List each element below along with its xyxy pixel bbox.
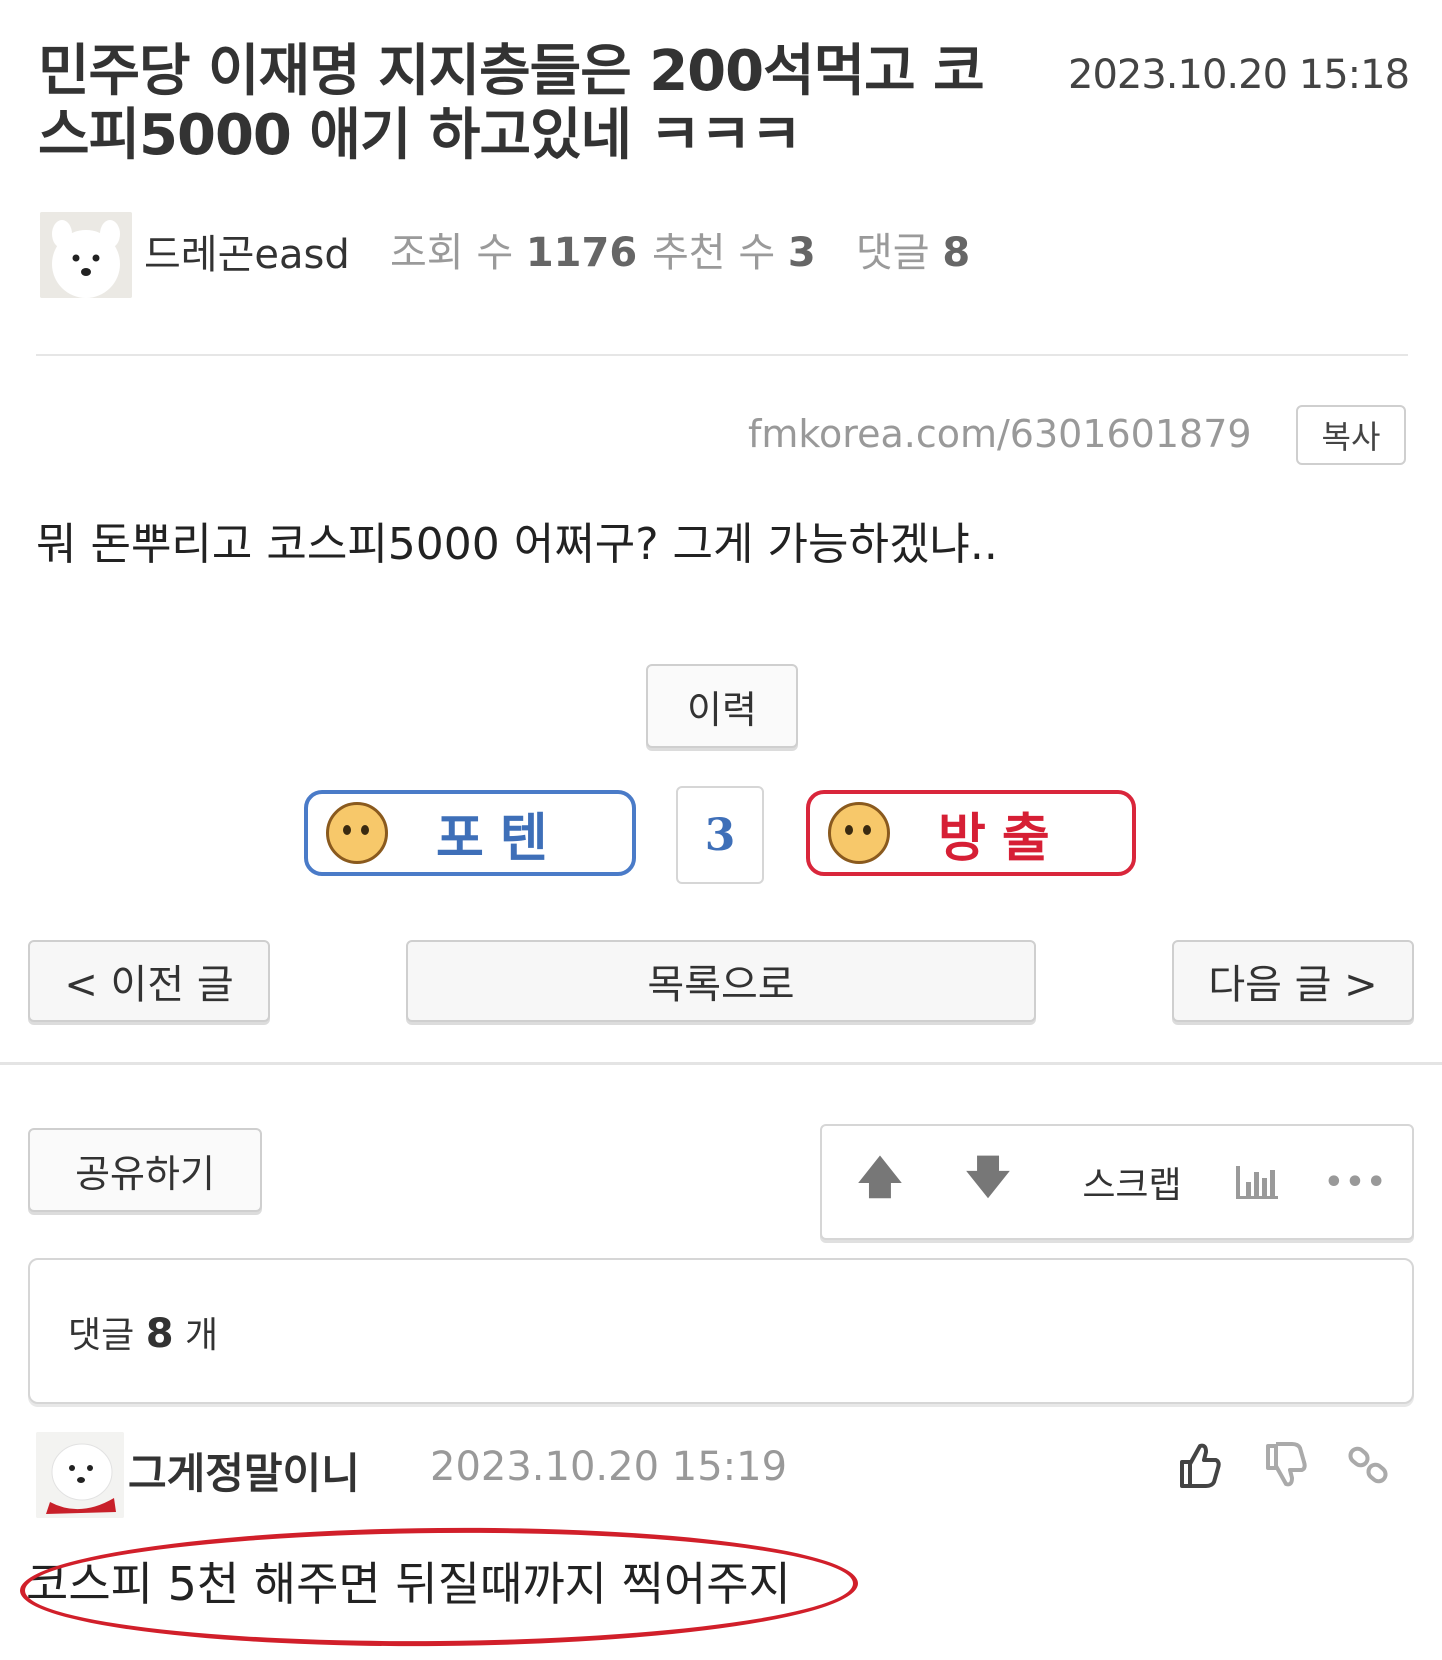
link-icon[interactable] bbox=[1346, 1440, 1392, 1490]
recommend-label: 추천 수 bbox=[652, 230, 776, 276]
list-button[interactable]: 목록으로 bbox=[406, 940, 1036, 1022]
chart-icon[interactable] bbox=[1222, 1126, 1292, 1238]
history-button[interactable]: 이력 bbox=[646, 664, 798, 748]
comments-count: 8 bbox=[942, 230, 971, 276]
comment-count-prefix: 댓글 bbox=[68, 1315, 135, 1356]
post-body: 뭐 돈뿌리고 코스피5000 어쩌구? 그게 가능하겠냐.. bbox=[36, 519, 998, 570]
views-label: 조회 수 bbox=[390, 230, 514, 276]
comments-label: 댓글 bbox=[856, 230, 930, 276]
next-post-button[interactable]: 다음 글 > bbox=[1172, 940, 1414, 1022]
post-date: 2023.10.20 15:18 bbox=[1068, 52, 1410, 98]
arrow-up-icon[interactable]: 🡅 bbox=[852, 1126, 908, 1238]
author-avatar[interactable] bbox=[40, 212, 132, 298]
post-title-line1: 민주당 이재명 지지층들은 200석먹고 코 bbox=[38, 39, 985, 104]
header-divider bbox=[36, 354, 1408, 356]
views-stat: 조회 수 1176 bbox=[390, 220, 637, 278]
author-name[interactable]: 드레곤easd bbox=[144, 222, 350, 280]
comment-count-number: 8 bbox=[145, 1311, 174, 1357]
vote-count: 3 bbox=[676, 786, 764, 884]
more-icon[interactable]: ••• bbox=[1324, 1126, 1386, 1238]
views-count: 1176 bbox=[525, 230, 638, 276]
scrap-button[interactable]: 스크랩 bbox=[1062, 1126, 1202, 1238]
post-title-line2: 스피5000 애기 하고있네 ㅋㅋㅋ bbox=[38, 103, 802, 168]
downvote-button[interactable]: 방출 bbox=[806, 790, 1136, 876]
commenter-avatar[interactable] bbox=[36, 1432, 124, 1518]
arrow-down-icon[interactable]: 🡇 bbox=[960, 1126, 1016, 1238]
comment-date: 2023.10.20 15:19 bbox=[430, 1444, 788, 1490]
highlight-circle bbox=[19, 1524, 859, 1650]
upvote-button[interactable]: 포텐 bbox=[304, 790, 636, 876]
dog-avatar-icon bbox=[36, 1432, 124, 1518]
upvote-label: 포텐 bbox=[436, 808, 564, 869]
comment-author[interactable]: 그게정말이니 bbox=[128, 1440, 360, 1501]
comment-count-suffix: 개 bbox=[185, 1315, 219, 1356]
post-title: 민주당 이재명 지지층들은 200석먹고 코 스피5000 애기 하고있네 ㅋㅋ… bbox=[38, 40, 1028, 168]
recommend-stat: 추천 수 3 bbox=[652, 220, 816, 278]
downvote-label: 방출 bbox=[938, 808, 1066, 869]
thumbs-down-icon[interactable] bbox=[1262, 1440, 1308, 1490]
dog-avatar-icon bbox=[40, 212, 132, 298]
copy-url-button[interactable]: 복사 bbox=[1296, 405, 1406, 465]
share-button[interactable]: 공유하기 bbox=[28, 1128, 262, 1212]
recommend-count: 3 bbox=[787, 230, 816, 276]
prev-post-button[interactable]: < 이전 글 bbox=[28, 940, 270, 1022]
upvote-face-icon bbox=[326, 802, 388, 864]
comment-count-box: 댓글 8 개 bbox=[28, 1258, 1414, 1404]
section-divider bbox=[0, 1062, 1442, 1065]
post-url: fmkorea.com/6301601879 bbox=[748, 412, 1252, 456]
post-toolbar: 🡅 🡇 스크랩 ••• bbox=[820, 1124, 1414, 1240]
comment-count: 댓글 8 개 bbox=[68, 1306, 218, 1358]
comments-stat: 댓글 8 bbox=[856, 220, 970, 278]
downvote-face-icon bbox=[828, 802, 890, 864]
thumbs-up-icon[interactable] bbox=[1176, 1440, 1222, 1490]
